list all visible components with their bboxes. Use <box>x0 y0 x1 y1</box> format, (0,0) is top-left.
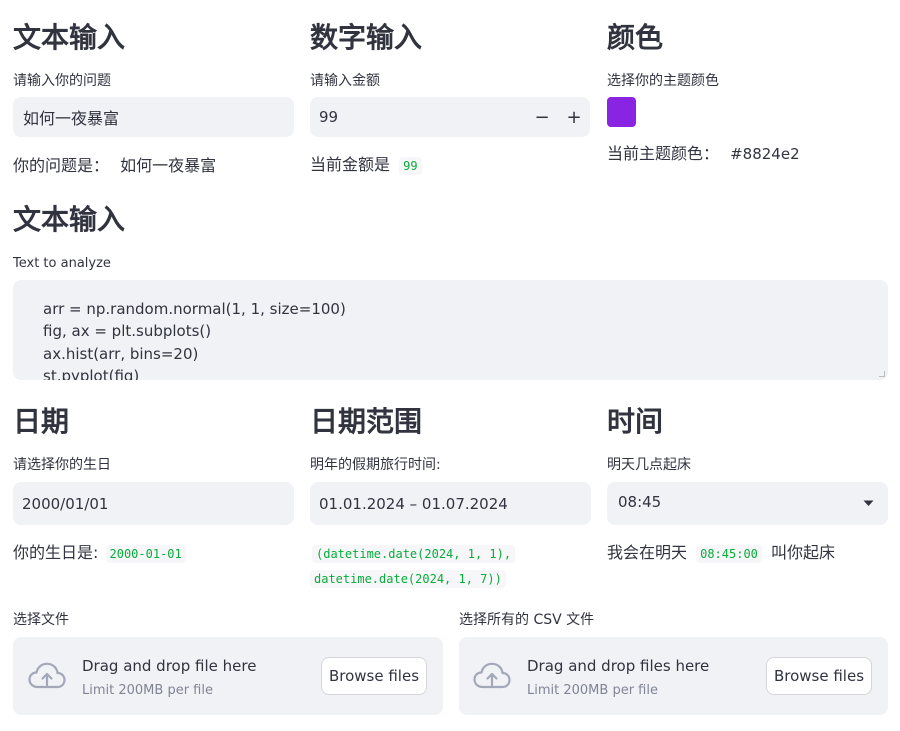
text-area-line: fig, ax = plt.subplots() <box>43 322 212 340</box>
number-input-heading: 数字输入 <box>310 21 423 54</box>
text-input-heading: 文本输入 <box>13 21 126 54</box>
date-range-result-line2: datetime.date(2024, 1, 7)) <box>310 570 506 588</box>
file-dropzone[interactable]: Drag and drop file here Limit 200MB per … <box>13 637 443 715</box>
browse-csv-files-button[interactable]: Browse files <box>766 657 872 695</box>
question-result-prefix: 你的问题是： <box>13 156 110 175</box>
amount-decrement-button[interactable]: − <box>528 103 556 131</box>
date-range-heading: 日期范围 <box>310 405 423 438</box>
text-input-label: 请输入你的问题 <box>13 73 111 89</box>
amount-result-prefix: 当前金额是 <box>310 155 391 174</box>
uploader-multi-label: 选择所有的 CSV 文件 <box>459 612 595 628</box>
date-range-input[interactable] <box>319 482 584 525</box>
color-result-prefix: 当前主题颜色： <box>607 144 720 163</box>
question-result: 你的问题是： 如何一夜暴富 <box>13 158 216 174</box>
text-area-line: ax.hist(arr, bins=20) <box>43 345 199 363</box>
date-heading: 日期 <box>13 405 70 438</box>
color-heading: 颜色 <box>607 21 664 54</box>
cloud-upload-icon <box>473 662 511 689</box>
birthday-input[interactable] <box>22 482 282 525</box>
date-range-label: 明年的假期旅行时间: <box>310 457 441 473</box>
dropzone-limit: Limit 200MB per file <box>527 683 658 698</box>
date-range-input-box[interactable] <box>310 482 591 525</box>
date-range-result: (datetime.date(2024, 1, 1), datetime.dat… <box>310 545 516 588</box>
time-label: 明天几点起床 <box>607 457 691 473</box>
number-input-label: 请输入金额 <box>310 73 380 89</box>
text-area-label: Text to analyze <box>13 256 111 271</box>
color-result-value: #8824e2 <box>730 145 800 163</box>
text-area-heading: 文本输入 <box>13 203 126 236</box>
birthday-result-prefix: 你的生日是: <box>13 543 99 562</box>
dropzone-limit: Limit 200MB per file <box>82 683 213 698</box>
browse-files-button[interactable]: Browse files <box>321 657 427 695</box>
color-result: 当前主题颜色： #8824e2 <box>607 146 800 162</box>
text-area-line: st.pyplot(fig) <box>43 367 140 380</box>
time-heading: 时间 <box>607 405 664 438</box>
uploader-single-label: 选择文件 <box>13 612 69 628</box>
birthday-result: 你的生日是: 2000-01-01 <box>13 543 186 563</box>
wakeup-time-select[interactable]: 08:45 <box>607 482 888 525</box>
amount-input-box[interactable]: − + <box>310 97 590 137</box>
cloud-upload-icon <box>28 662 66 689</box>
amount-increment-button[interactable]: + <box>560 103 588 131</box>
dropzone-title: Drag and drop files here <box>527 657 710 675</box>
amount-input[interactable] <box>319 97 519 137</box>
color-label: 选择你的主题颜色 <box>607 73 719 89</box>
color-picker-swatch[interactable] <box>607 97 636 127</box>
dropzone-title: Drag and drop file here <box>82 657 257 675</box>
birthday-input-box[interactable] <box>13 482 294 525</box>
date-label: 请选择你的生日 <box>13 457 111 473</box>
wakeup-time-value: 08:45 <box>618 493 662 511</box>
amount-result: 当前金额是 99 <box>310 155 422 175</box>
resize-handle-icon[interactable] <box>879 371 885 377</box>
birthday-result-value: 2000-01-01 <box>105 545 186 563</box>
csv-dropzone[interactable]: Drag and drop files here Limit 200MB per… <box>459 637 888 715</box>
wakeup-result-prefix: 我会在明天 <box>607 543 688 562</box>
chevron-down-icon <box>863 500 874 506</box>
amount-result-value: 99 <box>399 157 422 175</box>
question-input[interactable] <box>23 97 283 137</box>
question-result-value: 如何一夜暴富 <box>120 156 217 175</box>
wakeup-result-value: 08:45:00 <box>696 545 762 563</box>
text-area[interactable]: arr = np.random.normal(1, 1, size=100) f… <box>13 280 888 380</box>
wakeup-result-suffix: 叫你起床 <box>771 543 836 562</box>
wakeup-result: 我会在明天 08:45:00 叫你起床 <box>607 543 836 563</box>
date-range-result-line1: (datetime.date(2024, 1, 1), <box>312 545 516 563</box>
text-area-line: arr = np.random.normal(1, 1, size=100) <box>43 300 346 318</box>
question-input-box[interactable] <box>13 97 294 137</box>
